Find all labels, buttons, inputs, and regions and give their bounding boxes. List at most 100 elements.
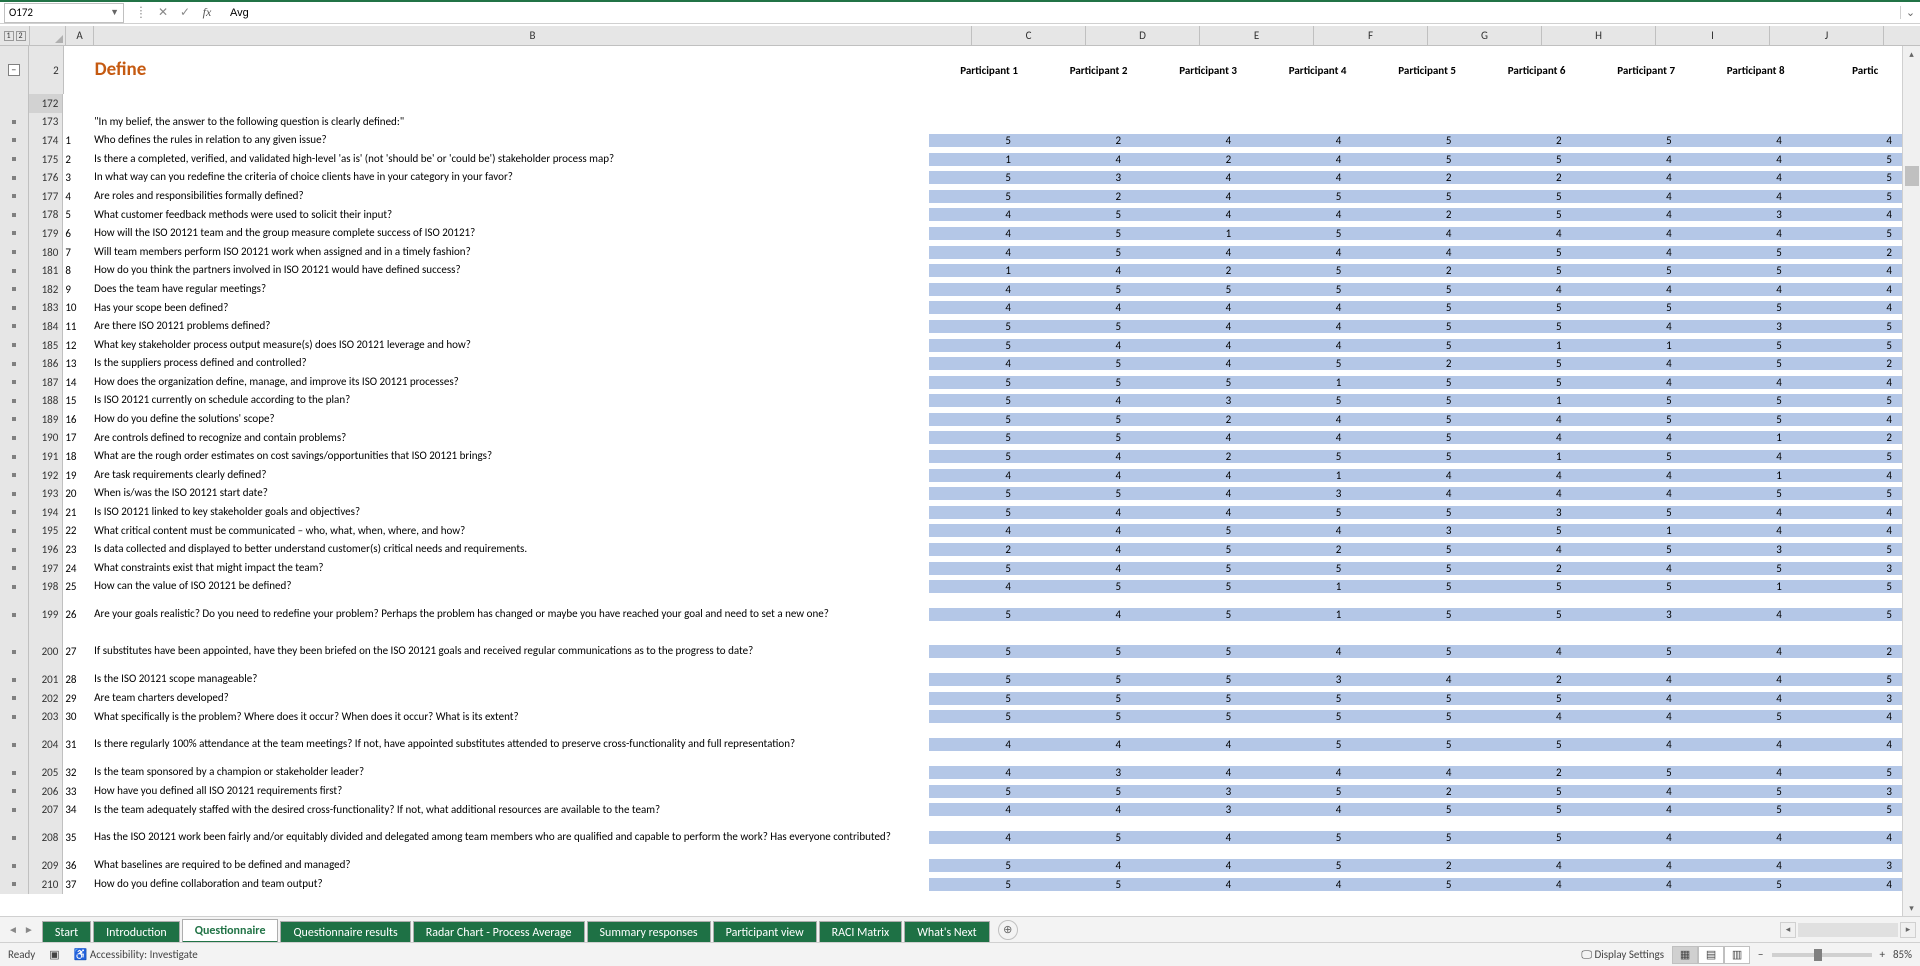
score-cell[interactable]: 4 (1590, 469, 1700, 482)
row-header[interactable]: 196 (29, 540, 64, 559)
column-header[interactable]: D (1086, 26, 1200, 45)
name-box[interactable]: O172 ▼ (4, 3, 124, 23)
column-header[interactable]: H (1542, 26, 1656, 45)
question-text[interactable]: How can the value of ISO 20121 be define… (90, 580, 929, 593)
score-cell[interactable]: 5 (929, 645, 1039, 658)
score-cell[interactable]: 4 (1149, 171, 1259, 184)
row-header[interactable]: 181 (29, 261, 64, 280)
score-cell[interactable]: 5 (1479, 153, 1589, 166)
score-cell[interactable]: 4 (1700, 524, 1810, 537)
score-cell[interactable]: 4 (1149, 487, 1259, 500)
sheet-tab[interactable]: Summary responses (587, 921, 711, 943)
row-header[interactable]: 174 (29, 131, 64, 150)
score-cell[interactable]: 5 (1369, 283, 1479, 296)
score-cell[interactable]: 5 (1259, 227, 1369, 240)
question-number[interactable]: 33 (63, 785, 90, 798)
score-cell[interactable]: 5 (1369, 878, 1479, 891)
question-number[interactable]: 5 (63, 208, 90, 221)
participant-header[interactable]: Participant 3 (1153, 64, 1263, 77)
score-cell[interactable]: 5 (1590, 506, 1700, 519)
score-cell[interactable]: 5 (1479, 264, 1589, 277)
score-cell[interactable]: 5 (1590, 543, 1700, 556)
score-cell[interactable]: 2 (1039, 134, 1149, 147)
question-number[interactable]: 36 (63, 859, 90, 872)
question-text[interactable]: When is/was the ISO 20121 start date? (90, 487, 929, 500)
scroll-up-icon[interactable]: ▴ (1903, 46, 1920, 62)
select-all-cell[interactable] (30, 26, 66, 45)
score-cell[interactable]: 5 (1369, 645, 1479, 658)
score-cell[interactable]: 4 (1259, 803, 1369, 816)
question-number[interactable]: 9 (63, 283, 90, 296)
hscroll-left-icon[interactable]: ◂ (1780, 922, 1796, 938)
score-cell[interactable]: 5 (1700, 394, 1810, 407)
score-cell[interactable]: 4 (1149, 301, 1259, 314)
score-cell[interactable]: 4 (1479, 413, 1589, 426)
score-cell[interactable]: 5 (929, 692, 1039, 705)
formula-input[interactable] (224, 3, 1900, 23)
score-cell[interactable]: 5 (1259, 710, 1369, 723)
score-cell[interactable]: 5 (929, 339, 1039, 352)
row-header[interactable]: 190 (29, 429, 64, 448)
score-cell[interactable]: 4 (1259, 645, 1369, 658)
score-cell[interactable]: 5 (1369, 738, 1479, 751)
question-number[interactable]: 4 (63, 190, 90, 203)
score-cell[interactable]: 4 (1700, 190, 1810, 203)
question-number[interactable]: 16 (63, 413, 90, 426)
score-cell[interactable]: 5 (1590, 450, 1700, 463)
score-cell[interactable]: 5 (1259, 562, 1369, 575)
score-cell[interactable]: 4 (1700, 171, 1810, 184)
question-text[interactable]: Who defines the rules in relation to any… (90, 134, 929, 147)
score-cell[interactable]: 5 (1259, 394, 1369, 407)
score-cell[interactable]: 4 (1700, 692, 1810, 705)
question-number[interactable]: 20 (63, 487, 90, 500)
score-cell[interactable]: 4 (1149, 469, 1259, 482)
score-cell[interactable]: 2 (1479, 134, 1589, 147)
score-cell[interactable]: 5 (1479, 785, 1589, 798)
score-cell[interactable]: 5 (1039, 227, 1149, 240)
score-cell[interactable]: 1 (1700, 469, 1810, 482)
score-cell[interactable]: 5 (1039, 692, 1149, 705)
row-header[interactable]: 185 (29, 336, 64, 355)
score-cell[interactable]: 4 (1479, 487, 1589, 500)
row-header[interactable]: 172 (29, 94, 64, 113)
score-cell[interactable]: 5 (1700, 878, 1810, 891)
score-cell[interactable]: 5 (1259, 831, 1369, 844)
question-number[interactable]: 15 (63, 394, 90, 407)
score-cell[interactable]: 5 (1369, 339, 1479, 352)
question-text[interactable]: Is there regularly 100% attendance at th… (90, 738, 929, 751)
score-cell[interactable]: 4 (1700, 608, 1810, 621)
score-cell[interactable]: 4 (1700, 134, 1810, 147)
column-header[interactable]: E (1200, 26, 1314, 45)
score-cell[interactable]: 5 (1039, 320, 1149, 333)
score-cell[interactable]: 4 (1149, 431, 1259, 444)
score-cell[interactable]: 2 (1479, 171, 1589, 184)
question-text[interactable]: How do you define collaboration and team… (90, 878, 929, 891)
hscroll-right-icon[interactable]: ▸ (1900, 922, 1916, 938)
score-cell[interactable]: 4 (1149, 878, 1259, 891)
score-cell[interactable]: 5 (929, 785, 1039, 798)
score-cell[interactable]: 5 (929, 859, 1039, 872)
score-cell[interactable]: 4 (1590, 246, 1700, 259)
score-cell[interactable]: 4 (1700, 283, 1810, 296)
score-cell[interactable]: 5 (929, 710, 1039, 723)
score-cell[interactable]: 3 (1590, 608, 1700, 621)
score-cell[interactable]: 4 (1590, 431, 1700, 444)
column-header[interactable]: C (972, 26, 1086, 45)
row-header[interactable]: 183 (29, 299, 64, 318)
row-header[interactable]: 193 (29, 484, 64, 503)
question-text[interactable]: What critical content must be communicat… (90, 525, 929, 538)
question-text[interactable]: What baselines are required to be define… (90, 859, 929, 872)
question-text[interactable]: Has the ISO 20121 work been fairly and/o… (90, 831, 929, 844)
score-cell[interactable]: 4 (1039, 543, 1149, 556)
score-cell[interactable]: 5 (1369, 134, 1479, 147)
score-cell[interactable]: 5 (1149, 608, 1259, 621)
score-cell[interactable]: 4 (1700, 645, 1810, 658)
score-cell[interactable]: 4 (1700, 673, 1810, 686)
question-text[interactable]: Is the team adequately staffed with the … (90, 804, 929, 817)
score-cell[interactable]: 5 (1479, 320, 1589, 333)
score-cell[interactable]: 5 (1039, 580, 1149, 593)
score-cell[interactable]: 5 (1369, 431, 1479, 444)
question-number[interactable]: 1 (63, 134, 90, 147)
page-layout-view-button[interactable]: ▤ (1698, 946, 1724, 964)
sheet-tab[interactable]: Start (42, 921, 91, 943)
